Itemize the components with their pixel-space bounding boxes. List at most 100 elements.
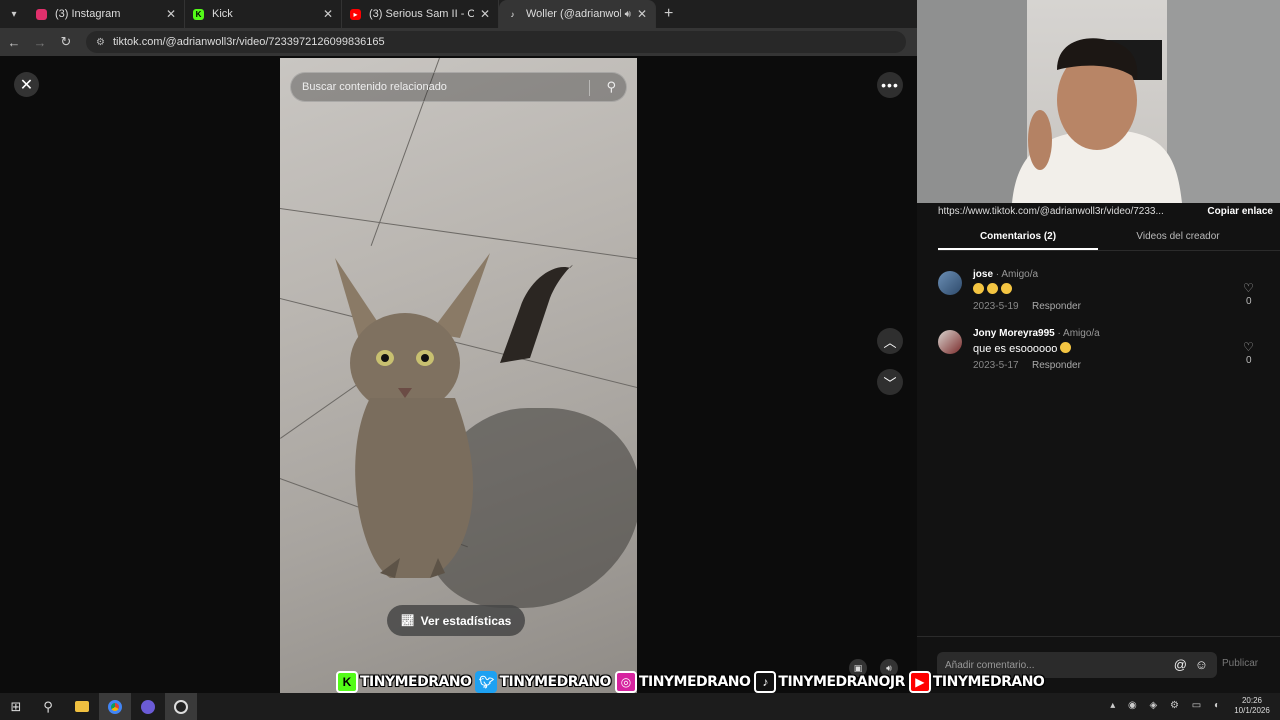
close-tab-icon[interactable]: ✕ [166, 7, 176, 21]
file-explorer-icon[interactable] [66, 693, 98, 720]
youtube-icon: ▶ [908, 671, 931, 693]
author-name: jose [973, 269, 994, 280]
more-options-button[interactable]: ••• [877, 72, 903, 98]
friend-label: · Amigo/a [993, 269, 1039, 280]
clock-date: 10/1/2026 [1234, 706, 1270, 715]
windows-start-icon[interactable]: ⊞ [0, 693, 32, 720]
tab-creator-videos[interactable]: Videos del creador [1098, 225, 1258, 250]
panel-tabs: Comentarios (2) Videos del creador [938, 225, 1280, 251]
close-tab-icon[interactable]: ✕ [323, 7, 333, 21]
comments-panel: https://www.tiktok.com/@adrianwoll3r/vid… [917, 203, 1280, 693]
search-icon[interactable]: ⚲ [32, 693, 64, 720]
avatar[interactable] [938, 330, 962, 354]
browser-tab-instagram[interactable]: (3) Instagram ✕ [28, 0, 185, 28]
next-video-button[interactable]: ﹀ [877, 369, 903, 395]
new-tab-button[interactable]: + [664, 5, 673, 23]
video-player[interactable]: Buscar contenido relacionado ⚲ 📈︎ Ver es… [280, 58, 637, 695]
url-text: tiktok.com/@adrianwoll3r/video/723397212… [112, 36, 385, 48]
chevron-up-icon: ︿ [883, 334, 897, 350]
reply-button[interactable]: Responder [1032, 301, 1081, 312]
smiling-emoji-icon [1060, 342, 1072, 353]
close-icon: ✕ [19, 76, 34, 94]
comment-author[interactable]: Jony Moreyra995 · Amigo/a [973, 328, 1100, 339]
chevron-down-icon: ﹀ [883, 375, 897, 391]
close-tab-icon[interactable]: ✕ [637, 7, 647, 21]
ellipsis-icon: ••• [881, 77, 899, 93]
avatar[interactable] [938, 271, 962, 295]
instagram-handle: ◎ TINYMEDRANO [614, 671, 751, 693]
previous-video-button[interactable]: ︿ [877, 328, 903, 354]
comment-author[interactable]: jose · Amigo/a [973, 269, 1038, 280]
comment-item: jose · Amigo/a 2023-5-19 Responder ♡ 0 [938, 269, 1258, 321]
copy-link-button[interactable]: Copiar enlace [1207, 206, 1273, 217]
tab-title: (3) Instagram [55, 8, 121, 20]
publish-button[interactable]: Publicar [1222, 658, 1258, 669]
reply-button[interactable]: Responder [1032, 360, 1081, 371]
reload-icon[interactable]: ↻ [54, 34, 78, 50]
instagram-icon: ◎ [614, 671, 637, 693]
handle-text: TINYMEDRANOJR [778, 674, 905, 690]
twitter-handle: 🐦︎ TINYMEDRANO [475, 671, 611, 693]
chart-icon: 📈︎ [400, 615, 415, 627]
obs-icon[interactable] [165, 693, 197, 720]
handle-text: TINYMEDRANO [932, 674, 1045, 690]
system-tray-icons[interactable]: ▴ ◉ ◈ ⚙ ▭ ◐ [1110, 700, 1225, 711]
comment-body: que es esoooooo [973, 343, 1061, 355]
emoji-picker-icon[interactable]: ☺ [1195, 657, 1208, 672]
view-stats-button[interactable]: 📈︎ Ver estadísticas [387, 605, 525, 636]
site-info-icon[interactable]: ⚙︎ [96, 37, 105, 48]
app-icon[interactable] [132, 693, 164, 720]
search-icon[interactable]: ⚲ [606, 79, 616, 95]
tab-comments[interactable]: Comentarios (2) [938, 225, 1098, 250]
tiktok-icon: ♪ [510, 9, 515, 19]
clock-time: 20:26 [1241, 696, 1263, 705]
back-icon[interactable]: ← [2, 35, 26, 50]
author-name: Jony Moreyra995 [973, 328, 1055, 339]
chrome-icon[interactable] [99, 693, 131, 720]
handle-text: TINYMEDRANO [499, 674, 611, 690]
kick-icon: K [336, 671, 358, 693]
heart-icon[interactable]: ♡ [1243, 340, 1254, 354]
comment-date: 2023-5-17 [973, 360, 1019, 371]
youtube-handle: ▶ TINYMEDRANO [908, 671, 1045, 693]
laughing-emoji-icon [973, 283, 984, 294]
laughing-emoji-icon [987, 283, 998, 294]
taskbar-clock[interactable]: 20:26 10/1/2026 [1230, 696, 1274, 716]
tab-search-dropdown-icon[interactable]: ▾ [0, 0, 28, 28]
related-search-input[interactable]: Buscar contenido relacionado ⚲ [290, 72, 627, 102]
tab-strip: ▾ (3) Instagram ✕ K Kick ✕ ▸ (3) Serious… [0, 0, 917, 28]
browser-tab-tiktok[interactable]: ♪ Woller (@adrianwoll3r) | Tik 🔊︎ ✕ [499, 0, 656, 28]
friend-label: · Amigo/a [1054, 328, 1100, 339]
handle-text: TINYMEDRANO [360, 674, 472, 690]
kick-icon: K [193, 8, 204, 20]
taskbar: ⊞ ⚲ ▴ ◉ ◈ ⚙ ▭ ◐ 20:26 10/1/2026 [0, 693, 1280, 720]
speaker-icon[interactable]: 🔊︎ [625, 9, 631, 20]
comment-text [973, 283, 1015, 296]
handle-text: TINYMEDRANO [638, 674, 751, 690]
tiktok-handle: ♪ TINYMEDRANOJR [754, 671, 905, 693]
like-count: 0 [1246, 355, 1252, 366]
kick-handle: K TINYMEDRANO [336, 671, 472, 693]
forward-icon[interactable]: → [28, 35, 52, 50]
url-field[interactable]: ⚙︎ tiktok.com/@adrianwoll3r/video/723397… [86, 31, 906, 53]
browser-tab-youtube[interactable]: ▸ (3) Serious Sam II - Official Trai ✕ [342, 0, 499, 28]
tab-title: Woller (@adrianwoll3r) | Tik [526, 8, 621, 20]
share-link-row: https://www.tiktok.com/@adrianwoll3r/vid… [938, 203, 1273, 219]
address-bar-row: ← → ↻ ⚙︎ tiktok.com/@adrianwoll3r/video/… [0, 28, 917, 56]
search-placeholder: Buscar contenido relacionado [302, 81, 447, 93]
tab-title: Kick [212, 8, 233, 20]
browser-tab-kick[interactable]: K Kick ✕ [185, 0, 342, 28]
cat-image [335, 253, 573, 578]
laughing-emoji-icon [1001, 283, 1012, 294]
heart-icon[interactable]: ♡ [1243, 281, 1254, 295]
video-viewer: ✕ Buscar contenido relacionado ⚲ 📈︎ Ver … [0, 56, 917, 695]
youtube-icon: ▸ [350, 8, 361, 20]
tab-title: (3) Serious Sam II - Official Trai [369, 8, 474, 20]
tiktok-icon: ♪ [754, 671, 777, 693]
view-stats-label: Ver estadísticas [420, 613, 512, 628]
mention-icon[interactable]: @ [1174, 657, 1187, 672]
comment-date: 2023-5-19 [973, 301, 1019, 312]
share-url: https://www.tiktok.com/@adrianwoll3r/vid… [938, 205, 1164, 217]
close-viewer-button[interactable]: ✕ [14, 72, 39, 97]
close-tab-icon[interactable]: ✕ [480, 7, 490, 21]
